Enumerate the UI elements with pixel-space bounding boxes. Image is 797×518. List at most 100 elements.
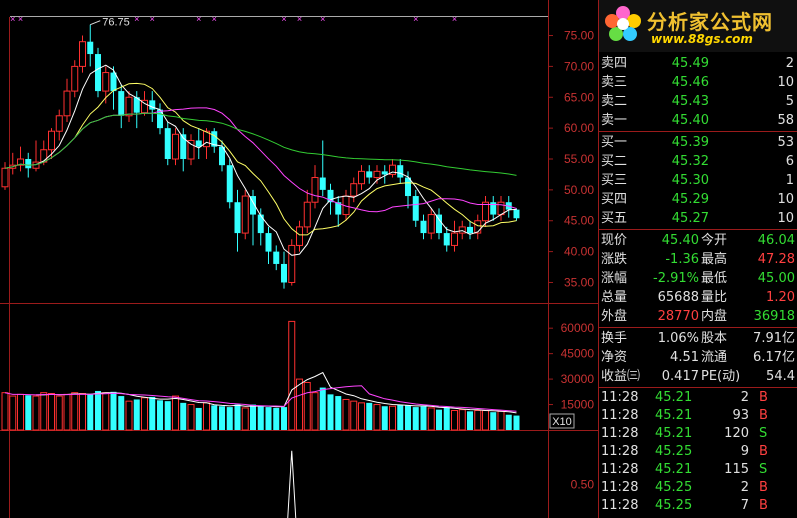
stat-value: 4.51 — [670, 350, 699, 365]
signal-marker: × — [150, 14, 155, 24]
level-price: 45.39 — [671, 135, 709, 150]
level-label: 买五 — [601, 211, 628, 226]
stat-label: 总量 — [601, 290, 628, 305]
level-volume: 58 — [777, 113, 794, 128]
volume-bar — [118, 396, 125, 430]
ask-row[interactable]: 卖二 45.43 5 — [599, 92, 797, 111]
logo-url: www.88gs.com — [651, 32, 753, 46]
trade-row[interactable]: 11:28 45.25 2 B — [599, 479, 797, 497]
level-volume: 10 — [777, 211, 794, 226]
candle-body — [1, 167, 9, 188]
trade-side: B — [759, 480, 768, 495]
stat-label: 流通 — [701, 350, 728, 365]
kline-chart[interactable]: 75.00 70.00 65.00 60.00 55.00 50.00 45.00 40.00… — [0, 0, 598, 518]
finance-stat-row: 收益㈢ 0.417 PE(动) 54.4 — [599, 367, 797, 386]
signal-marker: × — [297, 14, 302, 24]
trade-price: 45.21 — [655, 426, 693, 441]
volume-tick-label: 15000 — [561, 398, 595, 412]
price-tick-label: 35.00 — [564, 275, 594, 289]
signal-marker: × — [452, 14, 457, 24]
trade-volume: 120 — [724, 426, 749, 441]
level-price: 45.40 — [671, 113, 709, 128]
candle-body — [427, 214, 435, 234]
volume-tick-label: 60000 — [561, 321, 595, 335]
volume-bar — [241, 407, 249, 431]
candle-body — [451, 232, 458, 246]
volume-bar — [187, 404, 195, 431]
volume-bar — [381, 406, 388, 430]
candle-body — [102, 72, 110, 92]
finance-stat-row: 净资 4.51 流通 6.17亿 — [599, 348, 797, 367]
trade-time: 11:28 — [601, 390, 639, 405]
bid-row[interactable]: 买一 45.39 53 — [599, 133, 797, 152]
trade-volume: 2 — [740, 480, 749, 495]
volume-bar — [133, 399, 140, 430]
volume-bar — [296, 378, 303, 431]
level-price: 45.43 — [671, 94, 709, 109]
volume-bar — [405, 405, 411, 430]
volume-bar — [87, 394, 94, 430]
volume-bar — [17, 393, 24, 431]
candle-body — [397, 165, 404, 178]
trade-side: S — [759, 462, 768, 477]
volume-bar — [234, 404, 241, 430]
volume-bar — [358, 402, 365, 431]
volume-bar — [32, 395, 40, 431]
bid-row[interactable]: 买四 45.29 10 — [599, 190, 797, 209]
trade-row[interactable]: 11:28 45.21 115 S — [599, 461, 797, 479]
trade-row[interactable]: 11:28 45.21 2 B — [599, 389, 797, 407]
level-volume: 6 — [785, 154, 794, 169]
ask-row[interactable]: 卖一 45.40 58 — [599, 111, 797, 130]
stat-value: 7.91亿 — [753, 331, 795, 346]
ma5-line — [35, 64, 517, 256]
stat-value: -1.36 — [665, 252, 699, 267]
volume-bar — [203, 402, 210, 431]
stat-value: -2.91% — [653, 271, 699, 286]
price-tick-label: 45.00 — [564, 214, 594, 228]
volume-bar — [467, 411, 473, 430]
trade-row[interactable]: 11:28 45.25 9 B — [599, 443, 797, 461]
stat-label: PE(动) — [701, 369, 741, 384]
stat-label: 内盘 — [701, 309, 728, 324]
bid-row[interactable]: 买三 45.30 1 — [599, 171, 797, 190]
volume-bar — [397, 404, 404, 430]
ask-row[interactable]: 卖四 45.49 2 — [599, 54, 797, 73]
stat-value: 47.28 — [757, 252, 795, 267]
volume-bar — [40, 392, 48, 431]
candle-body — [71, 65, 79, 92]
stat-label: 涨跌 — [601, 252, 628, 267]
kline-chart-area[interactable]: 75.00 70.00 65.00 60.00 55.00 50.00 45.00 40.00… — [0, 0, 598, 518]
volume-bar — [311, 392, 319, 431]
ask-row[interactable]: 卖三 45.46 10 — [599, 73, 797, 92]
level-label: 卖三 — [601, 75, 628, 90]
candle-body — [187, 139, 195, 160]
trade-row[interactable]: 11:28 45.25 7 B — [599, 497, 797, 515]
candle-body — [164, 128, 171, 159]
trade-row[interactable]: 11:28 45.21 93 B — [599, 407, 797, 425]
quote-stat-row: 现价 45.40 今开 46.04 — [599, 231, 797, 250]
bid-row[interactable]: 买二 45.32 6 — [599, 152, 797, 171]
candle-body — [241, 195, 249, 234]
volume-bar — [63, 393, 71, 431]
volume-bar — [373, 404, 381, 431]
logo-title: 分析家公式网 — [647, 10, 773, 34]
volume-bar — [389, 405, 396, 431]
trade-row[interactable]: 11:28 45.21 120 S — [599, 425, 797, 443]
stat-label: 最高 — [701, 252, 728, 267]
volume-bar — [71, 392, 79, 431]
candle-body — [273, 251, 280, 264]
volume-bar — [95, 390, 101, 430]
stat-label: 今开 — [701, 233, 728, 248]
stat-label: 净资 — [601, 350, 628, 365]
volume-bar — [497, 410, 505, 431]
signal-marker: × — [10, 14, 15, 24]
volume-bar — [1, 392, 9, 431]
trade-side: B — [759, 498, 768, 513]
bid-row[interactable]: 买五 45.27 10 — [599, 209, 797, 228]
level-volume: 53 — [777, 135, 794, 150]
volume-bar — [79, 393, 86, 431]
volume-bar — [110, 391, 117, 430]
volume-tick-label: 45000 — [561, 347, 595, 361]
candle-body — [195, 140, 202, 147]
candle-body — [226, 165, 233, 203]
